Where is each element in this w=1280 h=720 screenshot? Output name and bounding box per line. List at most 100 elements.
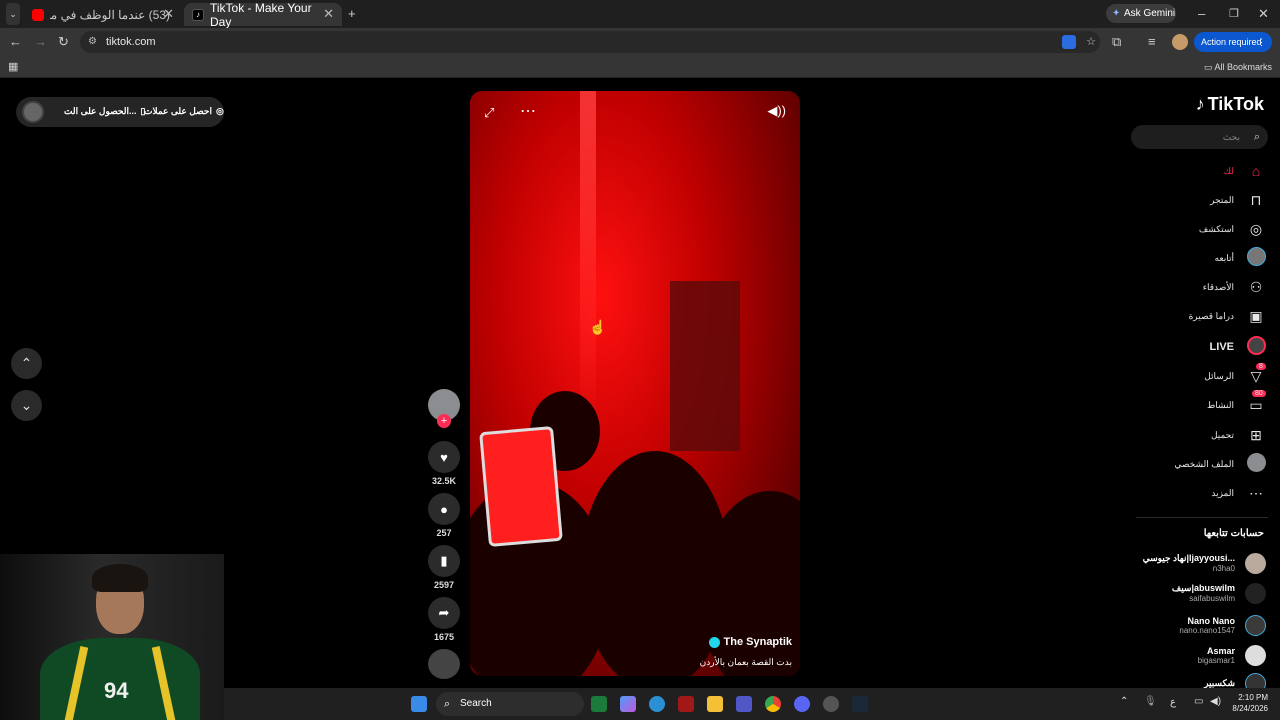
tiktok-logo[interactable]: ♪ TikTok xyxy=(1196,94,1264,115)
close-tab-icon[interactable]: ✕ xyxy=(323,6,334,22)
user-avatar[interactable] xyxy=(22,101,44,123)
nav-upload[interactable]: تحميل ⊞ xyxy=(1211,425,1266,445)
inbox-icon: ▭ 80 xyxy=(1246,389,1266,414)
forward-icon[interactable]: → xyxy=(34,31,47,53)
get-coins-button[interactable]: احصل على عملات ◎ xyxy=(144,106,224,117)
game-icon[interactable] xyxy=(678,696,694,712)
teams-icon[interactable] xyxy=(736,696,752,712)
following-item[interactable]: Asmar bigasmar1 xyxy=(1198,641,1266,669)
previous-video-button[interactable]: ⌃ xyxy=(11,348,42,379)
cast-icon[interactable] xyxy=(1062,35,1076,49)
nav-short-drama[interactable]: دراما قصيرة ▣ xyxy=(1189,306,1266,326)
ask-gemini-button[interactable]: ✦ Ask Gemini xyxy=(1106,4,1176,23)
top-action-bar: الحصول على الت... ▯ احصل على عملات ◎ xyxy=(16,97,224,127)
extensions-icon[interactable]: ⧉ xyxy=(1112,31,1121,53)
chrome-icon[interactable] xyxy=(765,696,781,712)
clock[interactable]: 2:10 PM 8/24/2026 xyxy=(1232,692,1268,714)
search-input[interactable]: بحث ⌕ xyxy=(1131,125,1268,149)
nav-following[interactable]: أتابعه xyxy=(1215,247,1266,268)
input-language[interactable]: ع xyxy=(1170,697,1176,708)
tab-youtube[interactable]: (53) عندما الوظف في مطعم بيتزا ✕ xyxy=(24,3,182,26)
video-player[interactable]: ⤢ ⋯ ◀)) The Synaptik بدت القصة بعمان بال… xyxy=(470,91,800,676)
get-app-button[interactable]: الحصول على الت... ▯ xyxy=(64,106,145,117)
sidebar-divider xyxy=(1136,517,1268,518)
nav-label: النشاط xyxy=(1206,399,1234,410)
close-tab-icon[interactable]: ✕ xyxy=(163,6,174,22)
windows-start-icon[interactable] xyxy=(411,696,427,712)
search-placeholder: بحث xyxy=(1222,132,1240,142)
discord-icon[interactable] xyxy=(794,696,810,712)
nav-explore[interactable]: استكشف ◎ xyxy=(1199,219,1266,239)
expand-icon[interactable]: ⤢ xyxy=(484,105,494,121)
nav-activity[interactable]: النشاط ▭ 80 xyxy=(1206,389,1266,415)
following-title: حسابات تتابعها xyxy=(1203,528,1264,539)
nav-profile[interactable]: الملف الشخصي xyxy=(1174,453,1266,474)
shop-icon: ⊓ xyxy=(1250,191,1262,208)
site-info-icon[interactable]: ⚙ xyxy=(88,31,97,53)
close-window-icon[interactable]: ✕ xyxy=(1258,3,1269,25)
nav-shop[interactable]: المتجر ⊓ xyxy=(1210,190,1266,210)
minimize-icon[interactable]: – xyxy=(1198,3,1205,25)
save-button[interactable]: ▮ xyxy=(428,545,460,577)
nav-live[interactable]: LIVE xyxy=(1210,336,1266,357)
reading-list-icon[interactable]: ≡ xyxy=(1148,31,1156,53)
tiktok-icon: ♪ xyxy=(1195,94,1205,114)
following-item[interactable]: Nano Nano nano.nano1547 xyxy=(1179,611,1266,639)
restore-icon[interactable]: ❐ xyxy=(1229,3,1239,25)
share-button[interactable]: ➦ xyxy=(428,597,460,629)
ask-gemini-label: Ask Gemini xyxy=(1124,8,1176,19)
tray-chevron-icon[interactable]: ⌃ xyxy=(1120,696,1128,707)
nav-more[interactable]: المزيد ⋯ xyxy=(1211,483,1266,503)
all-bookmarks-button[interactable]: ▭ All Bookmarks xyxy=(1204,56,1272,78)
settings-icon[interactable] xyxy=(823,696,839,712)
network-icon[interactable]: ▭ xyxy=(1194,696,1203,707)
file-explorer-icon[interactable] xyxy=(707,696,723,712)
search-icon: ⌕ xyxy=(444,698,451,710)
more-icon: ⋯ xyxy=(1249,484,1263,501)
plus-square-icon: ⊞ xyxy=(1250,426,1262,443)
follow-plus-icon[interactable]: + xyxy=(437,414,451,428)
profile-avatar[interactable] xyxy=(1172,34,1188,50)
bookmark-star-icon[interactable]: ☆ xyxy=(1086,31,1096,53)
steam-icon[interactable] xyxy=(852,696,868,712)
clock-date: 8/24/2026 xyxy=(1232,704,1268,713)
nav-for-you[interactable]: لك ⌂ xyxy=(1224,161,1266,181)
back-icon[interactable]: ← xyxy=(9,31,22,53)
menu-dots-icon: ⋮ xyxy=(1257,37,1266,47)
like-button[interactable]: ♥ xyxy=(428,441,460,473)
taskbar-search[interactable]: ⌕ Search xyxy=(436,692,584,716)
copilot-icon[interactable] xyxy=(620,696,636,712)
nav-messages[interactable]: الرسائل ▽ 8 xyxy=(1204,362,1266,386)
phone-screen xyxy=(479,425,563,548)
search-icon: ⌕ xyxy=(1253,131,1260,143)
video-author[interactable]: The Synaptik xyxy=(708,636,792,648)
new-tab-icon[interactable]: + xyxy=(348,3,356,25)
sound-disc[interactable] xyxy=(428,649,460,679)
nav-friends[interactable]: الأصدقاء ⚇ xyxy=(1203,277,1266,297)
action-required-label: Action required xyxy=(1201,37,1262,47)
action-required-button[interactable]: Action required ⋮ xyxy=(1194,32,1272,52)
tab-tiktok[interactable]: ♪ TikTok - Make Your Day ✕ xyxy=(184,1,342,29)
apps-grid-icon[interactable]: ▦ xyxy=(8,56,18,78)
reload-icon[interactable]: ↻ xyxy=(58,31,69,53)
more-options-icon[interactable]: ⋯ xyxy=(520,101,536,121)
windows-taskbar: ⌕ Search ⌃ 🎙 ع ▭ ◀) 2:10 PM 8/24/2026 xyxy=(224,688,1280,720)
following-avatar xyxy=(1245,582,1266,604)
following-item[interactable]: نهاد جيوسي|ljayyousi... n3ha0 xyxy=(1143,549,1266,577)
address-bar[interactable]: ⚙ tiktok.com ☆ xyxy=(80,31,1100,53)
comment-button[interactable]: ● xyxy=(428,493,460,525)
tab-search-icon[interactable]: ⌄ xyxy=(6,3,20,25)
following-item[interactable]: سيف|abuswilm saifabuswilm xyxy=(1172,579,1266,607)
volume-icon[interactable]: ◀)) xyxy=(767,103,786,119)
microphone-icon[interactable]: 🎙 xyxy=(1144,696,1157,707)
film-icon: ▣ xyxy=(1249,307,1263,324)
following-name: نهاد جيوسي|ljayyousi... xyxy=(1142,553,1235,563)
edge-icon[interactable] xyxy=(649,696,665,712)
following-name: Nano Nano xyxy=(1187,615,1235,626)
sidebar: ♪ TikTok بحث ⌕ لك ⌂ المتجر ⊓ استكشف ◎ أتابعه… xyxy=(1126,79,1280,720)
terminal-icon[interactable] xyxy=(591,696,607,712)
following-avatar xyxy=(1245,644,1266,666)
next-video-button[interactable]: ⌄ xyxy=(11,390,42,421)
mouse-cursor-icon: ☝ xyxy=(589,319,607,335)
volume-icon[interactable]: ◀) xyxy=(1210,696,1221,707)
